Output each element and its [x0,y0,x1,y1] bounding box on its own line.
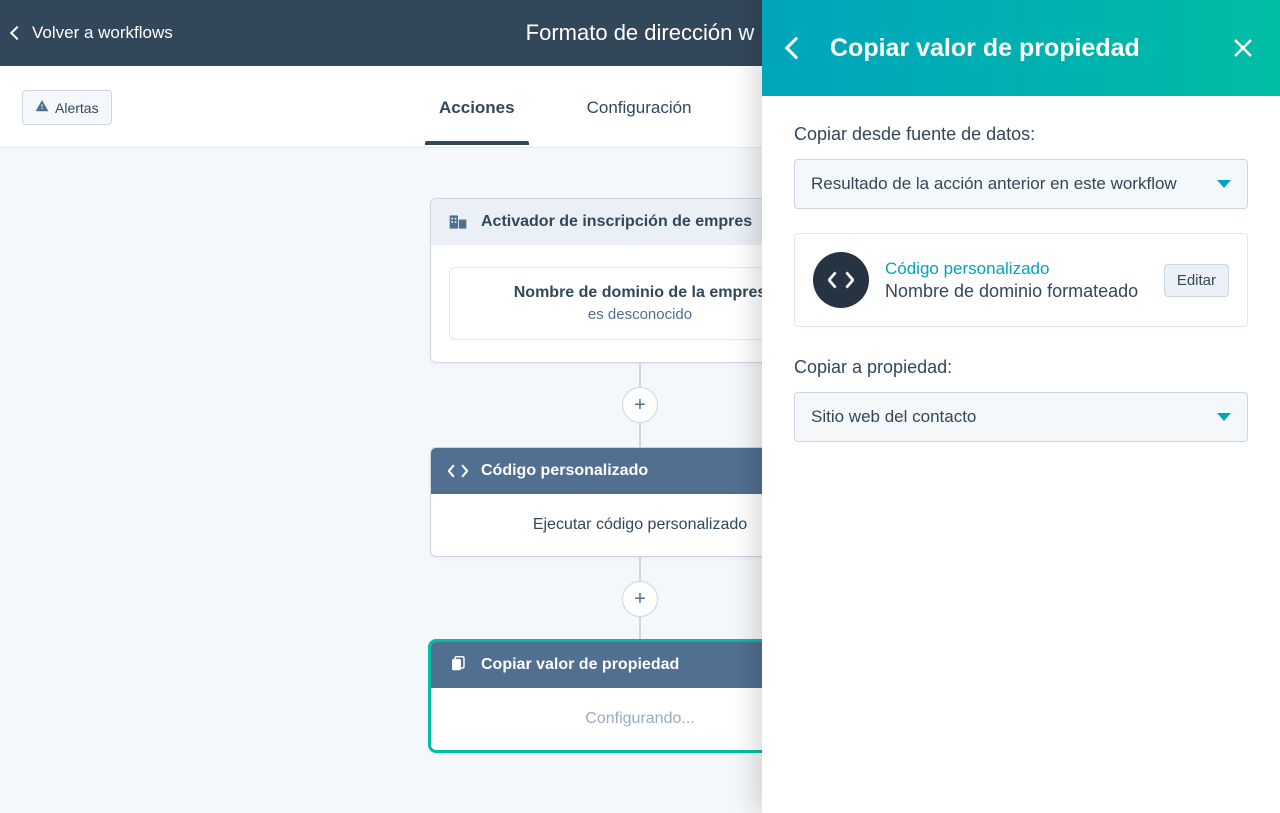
add-action-button[interactable]: + [622,581,658,617]
trigger-header-text: Activador de inscripción de empres [481,213,752,231]
edit-source-button[interactable]: Editar [1164,264,1229,297]
connector-line [639,557,641,581]
warning-icon [35,99,49,116]
back-to-workflows-link[interactable]: Volver a workflows [0,23,173,43]
code-round-icon [813,252,869,308]
connector-line [639,617,641,641]
add-action-button[interactable]: + [622,387,658,423]
alerts-label: Alertas [55,100,99,116]
code-icon [447,464,469,478]
tab-configuration[interactable]: Configuración [579,70,700,144]
connector-line [639,363,641,387]
tab-actions[interactable]: Acciones [431,70,523,144]
caret-down-icon [1217,413,1231,421]
source-value-text: Nombre de dominio formateado [885,281,1148,302]
panel-title: Copiar valor de propiedad [830,34,1140,63]
target-label: Copiar a propiedad: [794,357,1248,378]
source-select[interactable]: Resultado de la acción anterior en este … [794,159,1248,209]
source-type-link[interactable]: Código personalizado [885,259,1148,279]
source-label: Copiar desde fuente de datos: [794,124,1248,145]
target-section: Copiar a propiedad: Sitio web del contac… [794,357,1248,442]
target-select[interactable]: Sitio web del contacto [794,392,1248,442]
connector-line [639,423,641,447]
alerts-button[interactable]: Alertas [22,90,112,125]
target-select-value: Sitio web del contacto [811,407,976,427]
copy-property-header-text: Copiar valor de propiedad [481,656,679,674]
chevron-left-icon [10,26,24,40]
custom-code-header-text: Código personalizado [481,462,648,480]
panel-back-button[interactable] [785,37,808,60]
source-select-value: Resultado de la acción anterior en este … [811,174,1177,194]
back-label: Volver a workflows [32,23,173,43]
source-info: Código personalizado Nombre de dominio f… [885,259,1148,302]
caret-down-icon [1217,180,1231,188]
close-icon [1232,37,1254,59]
selected-source-card: Código personalizado Nombre de dominio f… [794,233,1248,327]
company-icon [447,213,469,231]
copy-icon [447,656,469,674]
panel-close-button[interactable] [1232,37,1254,59]
side-panel-header: Copiar valor de propiedad [762,0,1280,96]
page-title: Formato de dirección w [526,20,755,46]
side-panel-body: Copiar desde fuente de datos: Resultado … [762,96,1280,470]
side-panel: Copiar valor de propiedad Copiar desde f… [762,0,1280,813]
